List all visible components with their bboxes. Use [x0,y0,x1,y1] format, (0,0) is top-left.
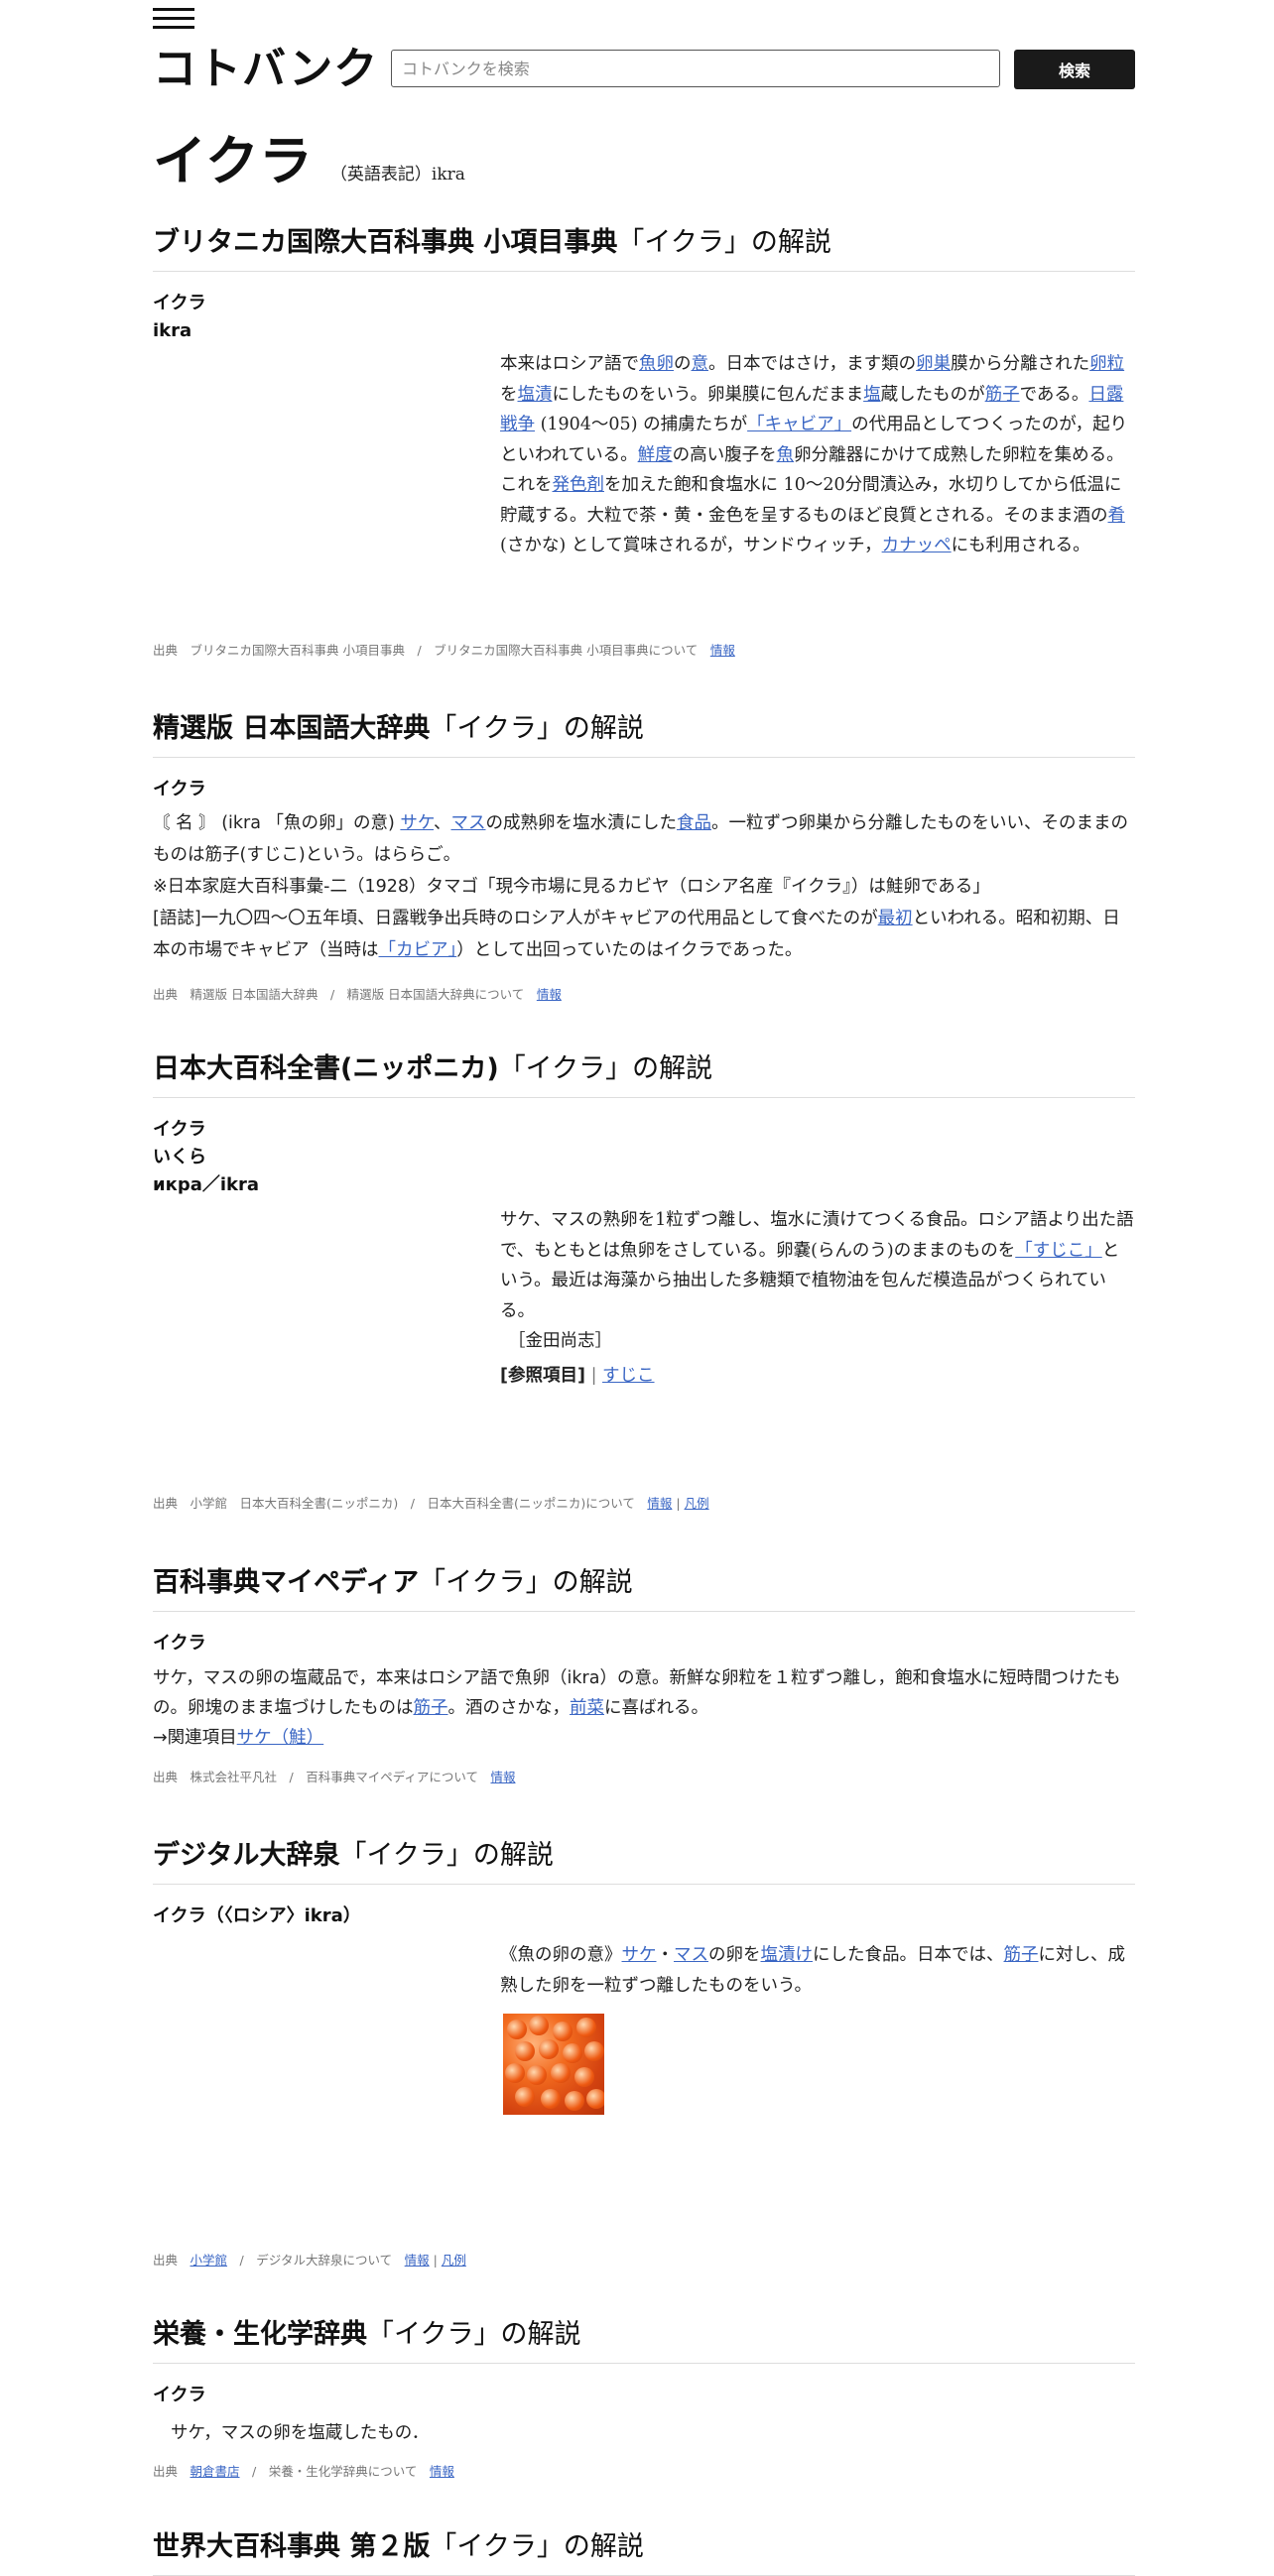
info-link[interactable]: 情報 [647,1496,672,1511]
link-masu[interactable]: マス [674,1945,708,1965]
link-ransou[interactable]: 卵巣 [916,354,951,374]
info-link[interactable]: 情報 [710,643,735,658]
link-shiozuke[interactable]: 塩漬け [761,1945,814,1965]
link-sujiko[interactable]: 「すじこ」 [1015,1241,1102,1261]
section-sekai: 世界大百科事典 第２版「イクラ」の解説 [153,2524,1135,2576]
link-sake[interactable]: サケ [400,813,434,833]
page-title: イクラ [153,130,313,192]
source-line: 出典 株式会社平凡社 / 百科事典マイペディアについて 情報 [153,1770,516,1784]
menu-icon[interactable] [153,8,194,30]
link-masu[interactable]: マス [451,813,486,833]
link-en[interactable]: 塩 [863,385,881,405]
source-line: 出典 小学館 日本大百科全書(ニッポニカ) / 日本大百科全書(ニッポニカ)につ… [153,1496,709,1511]
link-sujiko[interactable]: 筋子 [1004,1945,1039,1965]
reference-link-sujiko[interactable]: すじこ [602,1366,655,1386]
link-sujiko[interactable]: 筋子 [414,1698,448,1718]
section-heading: 世界大百科事典 第２版「イクラ」の解説 [153,2524,1135,2576]
entry-term-foreign: икра／ikra [153,1174,260,1195]
hanrei-link[interactable]: 凡例 [442,2253,466,2268]
link-i[interactable]: 意 [692,354,709,374]
publisher-link[interactable]: 小学館 [191,2253,228,2268]
ikura-photo[interactable] [503,2014,604,2115]
entry-body: 《魚の卵の意》サケ・マスの卵を塩漬けにした食品。日本では、筋子に対し、成熟した卵… [500,1945,1125,1996]
page-title-english: （英語表記）ikra [329,165,465,184]
link-caviar[interactable]: 「キャビア」 [747,415,851,434]
link-kabia[interactable]: 「カビア」 [379,940,457,960]
hanrei-link[interactable]: 凡例 [685,1496,709,1511]
entry-body: 〘 名 〙 (ikra 「魚の卵」の意) サケ、マスの成熟卵を塩水漬にした食品。… [153,813,1128,865]
entry-term-kana: いくら [153,1147,206,1167]
link-sakana[interactable]: 肴 [1108,506,1126,526]
publisher-link[interactable]: 朝倉書店 [191,2464,240,2479]
entry-goshi: [語誌]一九〇四～〇五年頃、日露戦争出兵時のロシア人がキャビアの代用品として食べ… [153,909,1120,960]
section-heading: 精選版 日本国語大辞典「イクラ」の解説 [153,706,1135,758]
section-heading: デジタル大辞泉「イクラ」の解説 [153,1833,1135,1885]
search-input[interactable] [391,50,1000,87]
link-zensai[interactable]: 前菜 [570,1698,604,1718]
source-line: 出典 精選版 日本国語大辞典 / 精選版 日本国語大辞典について 情報 [153,987,562,1002]
entry-term: イクラ [153,293,206,313]
link-enzuke[interactable]: 塩漬 [518,385,553,405]
link-shokuhin[interactable]: 食品 [677,813,711,833]
info-link[interactable]: 情報 [405,2253,430,2268]
entry-term-romaji: ikra [153,320,192,341]
link-saisho[interactable]: 最初 [878,909,913,928]
link-sujiko[interactable]: 筋子 [985,385,1020,405]
entry-term: イクラ [153,779,206,799]
entry-term: イクラ（〈ロシア〉ikra） [153,1905,361,1926]
section-britannica: ブリタニカ国際大百科事典 小項目事典「イクラ」の解説 イクラ ikra 本来はロ… [153,220,1135,658]
section-heading: ブリタニカ国際大百科事典 小項目事典「イクラ」の解説 [153,220,1135,272]
info-link[interactable]: 情報 [537,987,562,1002]
search-button[interactable]: 検索 [1014,50,1135,89]
section-nipponica: 日本大百科全書(ニッポニカ)「イクラ」の解説 イクラ いくら икра／ikra… [153,1046,1135,1511]
link-sake[interactable]: サケ [622,1945,657,1965]
section-daijisen: デジタル大辞泉「イクラ」の解説 イクラ（〈ロシア〉ikra） 《魚の卵の意》サケ… [153,1833,1135,2268]
entry-body: サケ，マスの卵の塩蔵品で，本来はロシア語で魚卵（ikra）の意。新鮮な卵粒を１粒… [153,1668,1121,1718]
source-line: 出典 小学館 / デジタル大辞泉について 情報 | 凡例 [153,2253,466,2268]
source-line: 出典 ブリタニカ国際大百科事典 小項目事典 / ブリタニカ国際大百科事典 小項目… [153,643,735,658]
entry-term: イクラ [153,2385,206,2405]
section-heading: 百科事典マイペディア「イクラ」の解説 [153,1560,1135,1612]
link-canape[interactable]: カナッペ [882,536,952,555]
reference-row: [参照項目] | すじこ [500,1365,655,1386]
link-gyoran[interactable]: 魚卵 [639,354,674,374]
entry-body: 本来はロシア語で魚卵の意。日本ではさけ，ます類の卵巣膜から分離された卵粒を塩漬に… [500,354,1128,555]
source-line: 出典 朝倉書店 / 栄養・生化学辞典について 情報 [153,2464,454,2479]
info-link[interactable]: 情報 [430,2464,454,2479]
section-heading: 栄養・生化学辞典「イクラ」の解説 [153,2312,1135,2364]
link-uo[interactable]: 魚 [777,445,795,465]
link-ranryu[interactable]: 卵粒 [1089,354,1124,374]
related-row: →関連項目サケ（鮭） [153,1728,324,1748]
section-seisen: 精選版 日本国語大辞典「イクラ」の解説 イクラ 〘 名 〙 (ikra 「魚の卵… [153,706,1135,1003]
entry-term: イクラ [153,1633,206,1654]
page-title-row: イクラ （英語表記）ikra [153,117,465,195]
section-heading: 日本大百科全書(ニッポニカ)「イクラ」の解説 [153,1046,1135,1098]
related-link-sake[interactable]: サケ（鮭） [237,1728,324,1748]
link-hasshokuzai[interactable]: 発色剤 [553,475,605,495]
entry-body: サケ，マスの卵を塩蔵したもの． [171,2423,430,2443]
section-eiyo: 栄養・生化学辞典「イクラ」の解説 イクラ サケ，マスの卵を塩蔵したもの． 出典 … [153,2312,1135,2480]
link-sendo[interactable]: 鮮度 [638,445,673,465]
site-logo[interactable]: コトバンク [153,46,378,93]
section-mypedia: 百科事典マイペディア「イクラ」の解説 イクラ サケ，マスの卵の塩蔵品で，本来はロ… [153,1560,1135,1785]
entry-author: ［金田尚志］ [508,1331,612,1351]
entry-term: イクラ [153,1119,206,1140]
entry-body: サケ、マスの熟卵を1粒ずつ離し、塩水に漬けてつくる食品。ロシア語より出た語で、も… [500,1205,1135,1391]
info-link[interactable]: 情報 [490,1770,515,1784]
entry-quote: ※日本家庭大百科事彙-二（1928）タマゴ「現今市場に見るカビヤ（ロシア名産『イ… [153,877,990,897]
